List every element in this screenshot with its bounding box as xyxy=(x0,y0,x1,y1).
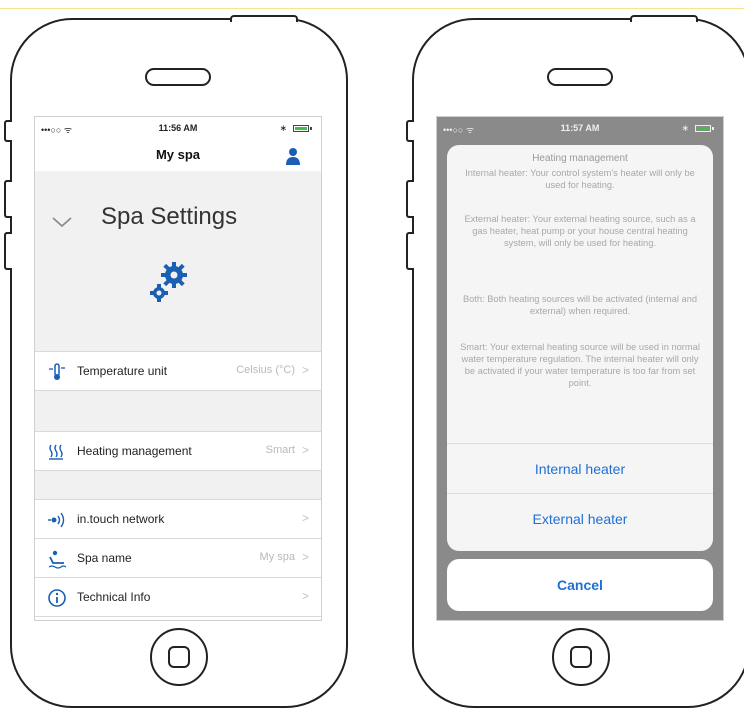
cancel-button[interactable]: Cancel xyxy=(447,559,713,611)
home-button[interactable] xyxy=(150,628,208,686)
sheet-paragraph: Smart: Your external heating source will… xyxy=(460,342,700,388)
battery-tip xyxy=(310,127,312,130)
row-label: Spa name xyxy=(77,551,132,565)
nav-title: My spa xyxy=(155,147,201,162)
battery-icon xyxy=(695,125,711,132)
volume-up-button xyxy=(4,180,12,218)
spa-icon xyxy=(48,550,67,569)
chevron-right-icon: > xyxy=(301,511,309,525)
right-screen: •••○○ ᯤ 11:57 AM ∗ Heating management In… xyxy=(436,116,724,621)
external-heater-button[interactable]: External heater xyxy=(447,493,713,543)
chevron-right-icon: > xyxy=(301,363,309,377)
row-label: Heating management xyxy=(77,444,192,458)
nav-bar: My spa xyxy=(35,139,321,171)
chevron-right-icon: > xyxy=(301,443,309,457)
bluetooth-icon: ∗ xyxy=(279,123,287,133)
section-gap xyxy=(35,471,321,499)
mute-switch xyxy=(4,120,12,142)
row-label: Temperature unit xyxy=(77,364,168,378)
status-time: 11:57 AM xyxy=(560,123,600,133)
chevron-down-icon[interactable] xyxy=(51,215,73,229)
volume-down-button xyxy=(4,232,12,270)
earpiece-speaker xyxy=(145,68,211,86)
top-divider-line xyxy=(0,8,744,9)
volume-down-button xyxy=(406,232,414,270)
chevron-right-icon: > xyxy=(301,550,309,564)
row-technical-info[interactable]: Technical Info > xyxy=(35,577,321,617)
user-icon[interactable] xyxy=(285,147,301,165)
thermometer-icon xyxy=(49,363,65,380)
info-icon xyxy=(48,589,66,607)
sheet-paragraph: External heater: Your external heating s… xyxy=(464,214,696,248)
status-bar: •••○○ ᯤ 11:57 AM ∗ xyxy=(437,117,723,139)
home-button-square xyxy=(168,646,190,668)
earpiece-speaker xyxy=(547,68,613,86)
battery-tip xyxy=(712,127,714,130)
status-time: 11:56 AM xyxy=(158,123,198,133)
home-button[interactable] xyxy=(552,628,610,686)
sheet-paragraph: Both: Both heating sources will be activ… xyxy=(462,294,698,316)
heating-icon xyxy=(49,444,63,460)
action-sheet: Heating management Internal heater: Your… xyxy=(447,145,713,551)
mute-switch xyxy=(406,120,414,142)
bluetooth-icon: ∗ xyxy=(681,123,689,133)
spa-settings-header[interactable]: Spa Settings xyxy=(35,171,321,351)
internal-heater-button[interactable]: Internal heater xyxy=(447,443,713,493)
row-value: Smart xyxy=(265,444,295,456)
status-bar: •••○○ ᯤ 11:56 AM ∗ xyxy=(35,117,321,139)
network-icon xyxy=(48,512,65,528)
power-button xyxy=(230,15,298,22)
row-spa-name[interactable]: Spa name My spa > xyxy=(35,538,321,578)
row-value: Celsius (°C) xyxy=(236,364,295,376)
home-button-square xyxy=(570,646,592,668)
left-phone: •••○○ ᯤ 11:56 AM ∗ My spa Spa Settings T… xyxy=(4,15,348,708)
row-temperature-unit[interactable]: Temperature unit Celsius (°C) > xyxy=(35,351,321,391)
row-in-touch-network[interactable]: in.touch network > xyxy=(35,499,321,539)
left-screen: •••○○ ᯤ 11:56 AM ∗ My spa Spa Settings T… xyxy=(34,116,322,621)
row-label: in.touch network xyxy=(77,512,165,526)
sheet-paragraph: Internal heater: Your control system's h… xyxy=(465,168,695,190)
row-value: My spa xyxy=(259,551,295,563)
section-gap xyxy=(35,391,321,431)
right-phone: •••○○ ᯤ 11:57 AM ∗ Heating management In… xyxy=(406,15,744,708)
row-label: Technical Info xyxy=(77,590,151,604)
volume-up-button xyxy=(406,180,414,218)
power-button xyxy=(630,15,698,22)
gears-icon xyxy=(150,262,187,302)
battery-icon xyxy=(293,125,309,132)
sheet-title: Heating management xyxy=(532,153,628,164)
section-title: Spa Settings xyxy=(101,203,238,230)
row-heating-management[interactable]: Heating management Smart > xyxy=(35,431,321,471)
chevron-right-icon: > xyxy=(301,589,309,603)
